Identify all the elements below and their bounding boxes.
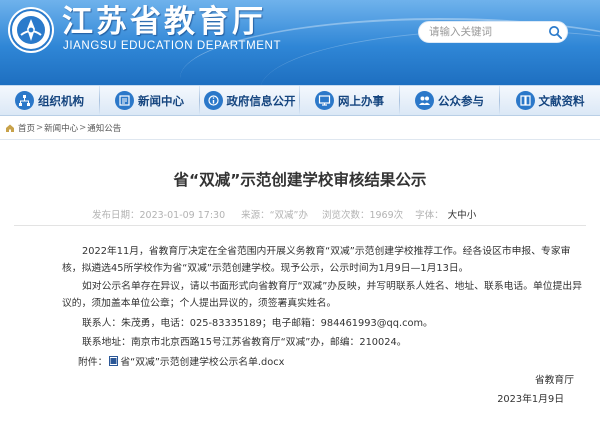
breadcrumb-home-link[interactable]: 首页	[18, 122, 35, 134]
font-size-switch: 大中小	[448, 207, 477, 221]
gov-info-icon	[203, 91, 223, 110]
department-emblem-icon[interactable]	[6, 5, 56, 55]
breadcrumb: 首页 > 新闻中心 > 通知公告	[0, 117, 600, 140]
article-divider	[14, 225, 586, 226]
main-nav: 组织机构 新闻中心 政府信息公开 网上办事 公众参与 文献资料	[0, 85, 600, 116]
breadcrumb-news-link[interactable]: 新闻中心	[44, 122, 78, 134]
breadcrumb-notice-link[interactable]: 通知公告	[87, 122, 121, 134]
contact-info: 联系人：朱茂勇，电话：025-83335189；电子邮箱：984461993@q…	[82, 318, 433, 329]
font-size-small-button[interactable]: 小	[467, 210, 477, 221]
nav-item-label: 公众参与	[438, 93, 484, 108]
org-icon	[15, 91, 34, 110]
article-source: 来源：“双减”办	[241, 210, 308, 221]
publish-date: 发布日期：2023-01-09 17:30	[92, 210, 226, 221]
nav-item-label: 组织机构	[38, 93, 84, 108]
contact-address: 联系地址：南京市北京西路15号江苏省教育厅“双减”办，邮编：210024。	[82, 337, 407, 348]
nav-item-gov-info[interactable]: 政府信息公开	[200, 86, 299, 115]
nav-item-label: 新闻中心	[138, 93, 184, 108]
search-box	[418, 21, 568, 43]
signature-org: 省教育厅	[534, 375, 574, 386]
nav-item-org[interactable]: 组织机构	[0, 86, 99, 115]
public-participation-icon	[415, 91, 434, 110]
site-subtitle: JIANGSU EDUCATION DEPARTMENT	[63, 40, 282, 52]
breadcrumb-separator: >	[36, 123, 44, 133]
attachment-link[interactable]: 省“双减”示范创建学校公示名单.docx	[120, 354, 284, 368]
documents-icon	[515, 91, 535, 110]
font-size-large-button[interactable]: 大	[448, 210, 458, 221]
home-icon	[6, 124, 14, 132]
nav-item-online-service[interactable]: 网上办事	[300, 86, 399, 115]
news-icon	[115, 91, 134, 110]
word-file-icon	[109, 356, 119, 366]
article-title: 省“双减”示范创建学校审核结果公示	[173, 171, 427, 189]
search-icon[interactable]	[548, 25, 563, 40]
article-meta: 发布日期：2023-01-09 17:30 来源：“双减”办 浏览次数：1969…	[92, 207, 476, 221]
font-size-medium-button[interactable]: 中	[457, 210, 467, 221]
article-paragraph: 2022年11月，省教育厅决定在全省范围内开展义务教育“双减”示范创建学校推荐工…	[62, 246, 571, 274]
site-title: 江苏省教育厅	[62, 4, 266, 40]
font-size-label: 字体：	[415, 210, 444, 221]
breadcrumb-separator: >	[79, 123, 87, 133]
online-service-icon	[315, 91, 334, 110]
nav-item-label: 文献资料	[538, 93, 585, 108]
article-paragraph: 如对公示名单存在异议，请以书面形式向省教育厅“双减”办反映，并写明联系人姓名、地…	[62, 281, 582, 309]
attachment-label: 附件：	[78, 357, 108, 368]
view-count: 浏览次数：1969次	[321, 210, 404, 221]
nav-item-news[interactable]: 新闻中心	[100, 86, 199, 115]
search-input[interactable]	[429, 22, 551, 42]
nav-item-label: 政府信息公开	[226, 93, 296, 108]
nav-item-documents[interactable]: 文献资料	[500, 86, 600, 115]
site-header: 江苏省教育厅 JIANGSU EDUCATION DEPARTMENT	[0, 0, 600, 85]
attachment-row: 附件： 省“双减”示范创建学校公示名单.docx	[78, 354, 284, 368]
signature-date: 2023年1月9日	[497, 394, 564, 405]
nav-item-public-participation[interactable]: 公众参与	[400, 86, 499, 115]
nav-item-label: 网上办事	[338, 93, 384, 108]
